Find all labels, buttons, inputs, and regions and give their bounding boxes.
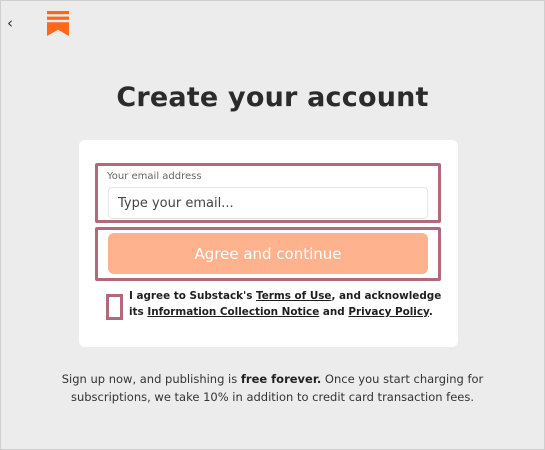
pricing-note: Sign up now, and publishing is free fore… [61,372,484,404]
page-title: Create your account [116,82,429,113]
consent-text: I agree to Substack's Terms of Use, and … [129,290,442,318]
information-collection-notice-link[interactable]: Information Collection Notice [147,306,319,318]
substack-logo-icon [47,11,69,36]
consent-checkbox[interactable] [106,294,123,320]
email-label: Your email address [107,171,202,182]
chevron-left-icon: ‹ [7,14,13,32]
agree-continue-button[interactable]: Agree and continue [108,233,428,274]
back-button[interactable]: ‹ [3,14,17,32]
privacy-policy-link[interactable]: Privacy Policy [348,306,429,318]
terms-of-use-link[interactable]: Terms of Use [256,290,331,302]
email-input[interactable] [108,187,428,219]
